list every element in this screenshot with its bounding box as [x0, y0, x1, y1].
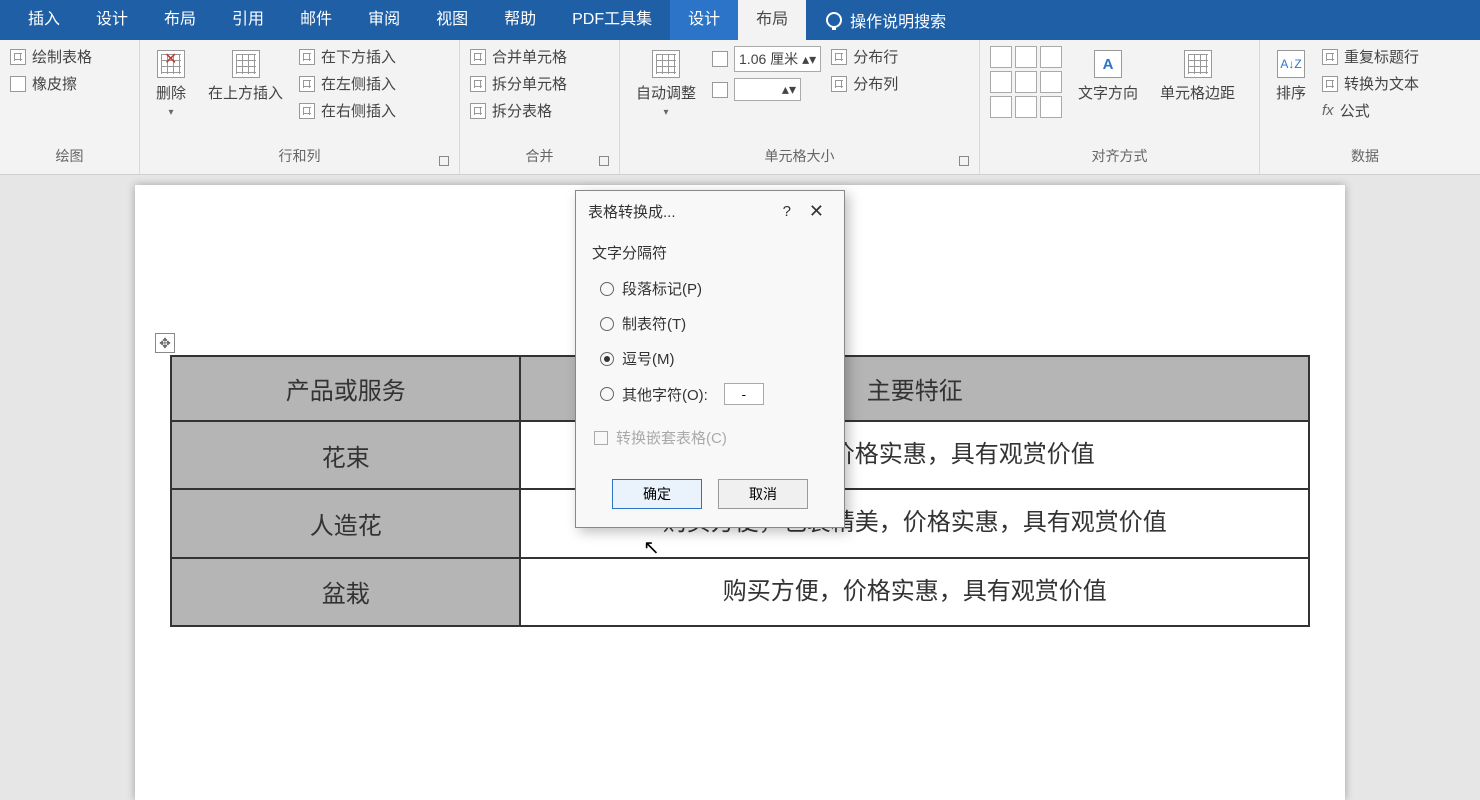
- insert-above-button[interactable]: 在上方插入: [202, 46, 289, 107]
- ribbon-tabs: 插入 设计 布局 引用 邮件 审阅 视图 帮助 PDF工具集 设计 布局 操作说…: [0, 0, 1480, 40]
- tab-review[interactable]: 审阅: [350, 0, 418, 40]
- insert-above-icon: [232, 50, 260, 78]
- table-cell[interactable]: 购买方便，价格实惠，具有观赏价值: [520, 558, 1309, 626]
- height-icon: [712, 51, 728, 67]
- cell-margins-button[interactable]: 单元格边距: [1154, 46, 1241, 107]
- dist-rows-icon: [831, 49, 847, 65]
- radio-other[interactable]: 其他字符(O):: [598, 376, 822, 412]
- tab-table-layout[interactable]: 布局: [738, 0, 806, 40]
- split-table-icon: [470, 103, 486, 119]
- radio-tab[interactable]: 制表符(T): [598, 306, 822, 341]
- close-icon[interactable]: ✕: [801, 201, 832, 222]
- tell-me-search[interactable]: 操作说明搜索: [806, 8, 946, 32]
- autofit-button[interactable]: 自动调整 ▾: [630, 46, 702, 122]
- col-width-input[interactable]: ▴▾: [712, 78, 821, 101]
- radio-paragraph[interactable]: 段落标记(P): [598, 271, 822, 306]
- text-direction-icon: A: [1094, 50, 1122, 78]
- tab-design[interactable]: 设计: [78, 0, 146, 40]
- delete-icon: [157, 50, 185, 78]
- radio-comma[interactable]: 逗号(M): [598, 341, 822, 376]
- ok-button[interactable]: 确定: [612, 479, 702, 509]
- split-cells-button[interactable]: 拆分单元格: [470, 73, 567, 94]
- alignment-grid[interactable]: [990, 46, 1062, 118]
- merge-cells-icon: [470, 49, 486, 65]
- convert-to-text-button[interactable]: 转换为文本: [1322, 73, 1419, 94]
- width-icon: [712, 82, 728, 98]
- draw-table-button[interactable]: 绘制表格: [10, 46, 92, 67]
- group-label-align: 对齐方式: [990, 142, 1249, 172]
- tab-help[interactable]: 帮助: [486, 0, 554, 40]
- tab-table-design[interactable]: 设计: [670, 0, 738, 40]
- repeat-header-button[interactable]: 重复标题行: [1322, 46, 1419, 67]
- tab-view[interactable]: 视图: [418, 0, 486, 40]
- table-cell[interactable]: 人造花: [171, 489, 520, 557]
- split-cells-icon: [470, 76, 486, 92]
- insert-below-icon: [299, 49, 315, 65]
- tab-insert[interactable]: 插入: [10, 0, 78, 40]
- radio-icon: [600, 282, 614, 296]
- tab-mailings[interactable]: 邮件: [282, 0, 350, 40]
- convert-table-dialog: 表格转换成... ? ✕ 文字分隔符 段落标记(P) 制表符(T) 逗号(M) …: [575, 190, 845, 528]
- eraser-icon: [10, 76, 26, 92]
- distribute-cols-button[interactable]: 分布列: [831, 73, 898, 94]
- repeat-header-icon: [1322, 49, 1338, 65]
- sort-button[interactable]: A↓Z 排序: [1270, 46, 1312, 107]
- nested-table-checkbox: 转换嵌套表格(C): [592, 420, 828, 455]
- table-cell[interactable]: 花束: [171, 421, 520, 489]
- group-label-draw: 绘图: [10, 142, 129, 172]
- tab-references[interactable]: 引用: [214, 0, 282, 40]
- tab-layout[interactable]: 布局: [146, 0, 214, 40]
- insert-left-button[interactable]: 在左侧插入: [299, 73, 396, 94]
- sort-icon: A↓Z: [1277, 50, 1305, 78]
- text-direction-button[interactable]: A 文字方向: [1072, 46, 1144, 107]
- insert-below-button[interactable]: 在下方插入: [299, 46, 396, 67]
- eraser-button[interactable]: 橡皮擦: [10, 73, 92, 94]
- dialog-launcher-icon[interactable]: [439, 156, 449, 166]
- draw-table-icon: [10, 49, 26, 65]
- chevron-down-icon: ▾: [168, 107, 173, 118]
- delete-button[interactable]: 删除 ▾: [150, 46, 192, 122]
- autofit-icon: [652, 50, 680, 78]
- distribute-rows-button[interactable]: 分布行: [831, 46, 898, 67]
- radio-icon: [600, 352, 614, 366]
- insert-right-icon: [299, 103, 315, 119]
- radio-icon: [600, 317, 614, 331]
- dialog-help-button[interactable]: ?: [773, 203, 801, 220]
- merge-cells-button[interactable]: 合并单元格: [470, 46, 567, 67]
- row-height-input[interactable]: 1.06 厘米▴▾: [712, 46, 821, 72]
- table-header-cell[interactable]: 产品或服务: [171, 356, 520, 421]
- dist-cols-icon: [831, 76, 847, 92]
- checkbox-icon: [594, 431, 608, 445]
- other-char-input[interactable]: [724, 383, 764, 405]
- radio-icon: [600, 387, 614, 401]
- table-move-handle[interactable]: ✥: [155, 333, 175, 353]
- document-area: ✥ 产品或服务 主要特征 花束 装精美，价格实惠，具有观赏价值 人造花 购买方便…: [0, 175, 1480, 800]
- convert-text-icon: [1322, 76, 1338, 92]
- cancel-button[interactable]: 取消: [718, 479, 808, 509]
- insert-left-icon: [299, 76, 315, 92]
- table-cell[interactable]: 盆栽: [171, 558, 520, 626]
- tell-me-label: 操作说明搜索: [850, 8, 946, 32]
- formula-button[interactable]: fx公式: [1322, 100, 1419, 121]
- chevron-down-icon: ▾: [663, 107, 668, 118]
- page: ✥ 产品或服务 主要特征 花束 装精美，价格实惠，具有观赏价值 人造花 购买方便…: [135, 185, 1345, 800]
- tab-pdf-tools[interactable]: PDF工具集: [554, 0, 670, 40]
- cell-margins-icon: [1184, 50, 1212, 78]
- insert-right-button[interactable]: 在右侧插入: [299, 100, 396, 121]
- group-label-merge: 合并: [470, 142, 609, 172]
- group-label-cell-size: 单元格大小: [630, 142, 969, 172]
- ribbon: 绘制表格 橡皮擦 绘图 删除 ▾ 在上方插入 在下方插入 在左侧插入 在右侧插入…: [0, 40, 1480, 175]
- formula-icon: fx: [1322, 102, 1334, 119]
- group-label-data: 数据: [1270, 142, 1460, 172]
- group-label-rows-cols: 行和列: [150, 142, 449, 172]
- split-table-button[interactable]: 拆分表格: [470, 100, 567, 121]
- dialog-title: 表格转换成...: [588, 201, 773, 222]
- dialog-launcher-icon[interactable]: [599, 156, 609, 166]
- dialog-launcher-icon[interactable]: [959, 156, 969, 166]
- separator-group-label: 文字分隔符: [592, 242, 828, 263]
- lightbulb-icon: [826, 12, 842, 28]
